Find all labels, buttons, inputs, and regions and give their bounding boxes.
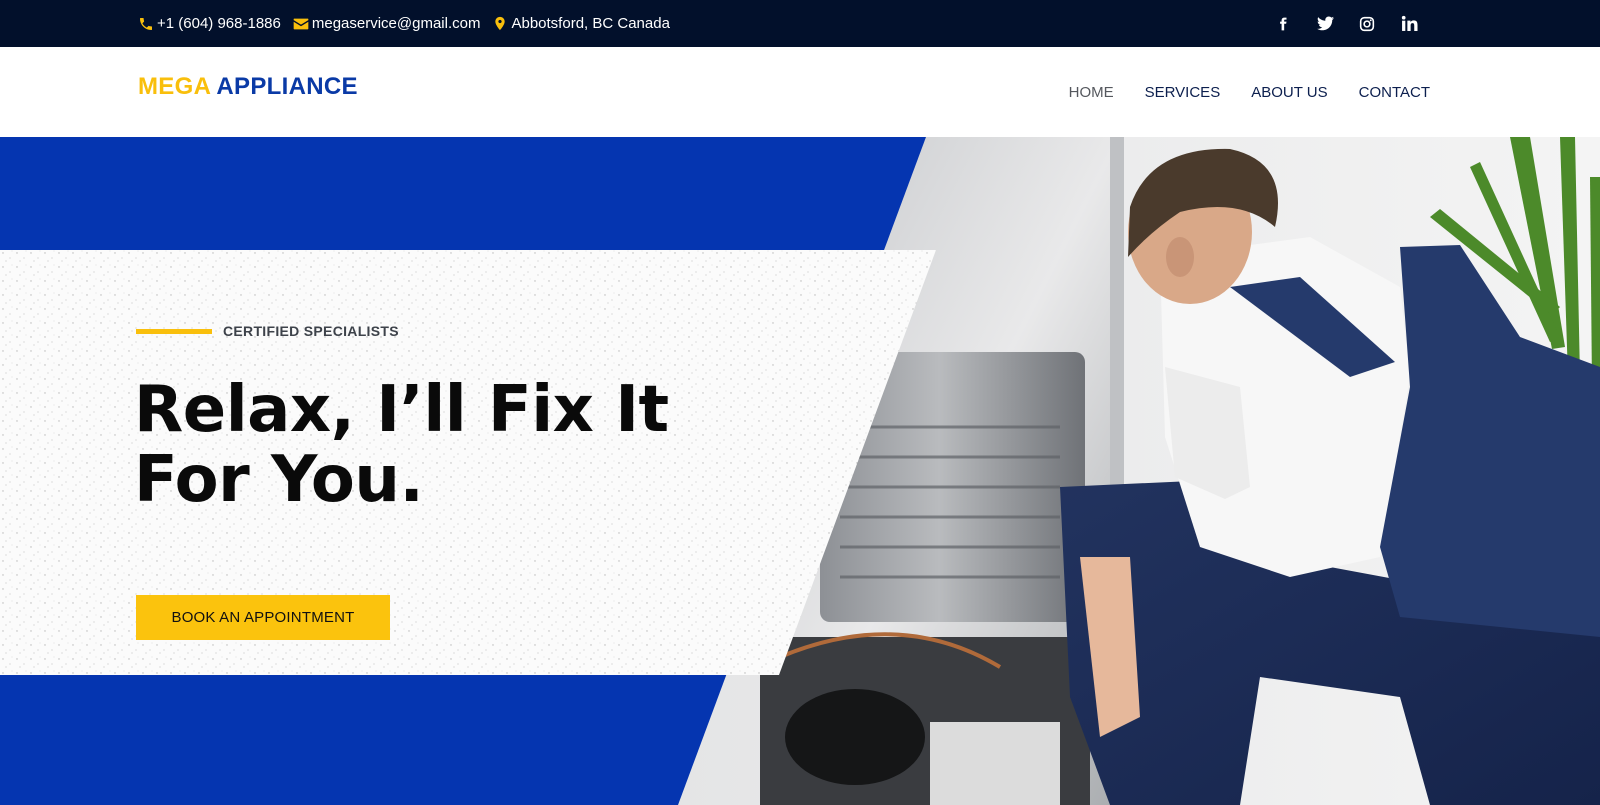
hero-section: CERTIFIED SPECIALISTS Relax, I’ll Fix It…: [0, 137, 1600, 805]
instagram-icon: [1359, 16, 1375, 31]
phone-link[interactable]: +1 (604) 968-1886: [138, 15, 281, 32]
nav-home[interactable]: HOME: [1069, 84, 1114, 101]
book-appointment-button[interactable]: BOOK AN APPOINTMENT: [136, 595, 390, 640]
phone-icon: [140, 17, 152, 30]
hero-headline: Relax, I’ll Fix It For You.: [134, 375, 754, 515]
nav-services[interactable]: SERVICES: [1145, 84, 1221, 101]
site-header: MEGA APPLIANCE HOME SERVICES ABOUT US CO…: [0, 47, 1600, 137]
eyebrow-accent-line: [136, 328, 212, 334]
facebook-icon: [1280, 17, 1287, 30]
contact-info: +1 (604) 968-1886 megaservice@gmail.com …: [138, 0, 682, 47]
site-logo[interactable]: MEGA APPLIANCE: [138, 73, 358, 101]
location-text: Abbotsford, BC Canada: [511, 15, 670, 32]
headline-line-2: For You.: [134, 443, 424, 517]
instagram-link[interactable]: [1346, 0, 1388, 47]
top-bar: +1 (604) 968-1886 megaservice@gmail.com …: [0, 0, 1600, 47]
map-pin-icon: [495, 16, 506, 31]
twitter-link[interactable]: [1304, 0, 1346, 47]
linkedin-icon: [1401, 15, 1418, 31]
facebook-link[interactable]: [1262, 0, 1304, 47]
social-links: [1262, 0, 1430, 47]
location-link[interactable]: Abbotsford, BC Canada: [492, 15, 670, 32]
eyebrow: CERTIFIED SPECIALISTS: [136, 323, 399, 339]
logo-word-mega: MEGA: [138, 73, 211, 100]
logo-word-appliance: APPLIANCE: [216, 73, 358, 100]
eyebrow-text: CERTIFIED SPECIALISTS: [223, 323, 399, 339]
email-text: megaservice@gmail.com: [311, 15, 481, 32]
nav-about-us[interactable]: ABOUT US: [1251, 84, 1327, 101]
nav-contact[interactable]: CONTACT: [1359, 84, 1430, 101]
email-link[interactable]: megaservice@gmail.com: [293, 15, 481, 32]
twitter-icon: [1316, 16, 1334, 31]
main-nav: HOME SERVICES ABOUT US CONTACT: [1038, 47, 1430, 137]
envelope-icon: [293, 18, 309, 29]
headline-line-1: Relax, I’ll Fix It: [134, 373, 669, 447]
phone-text: +1 (604) 968-1886: [157, 15, 281, 32]
linkedin-link[interactable]: [1388, 0, 1430, 47]
